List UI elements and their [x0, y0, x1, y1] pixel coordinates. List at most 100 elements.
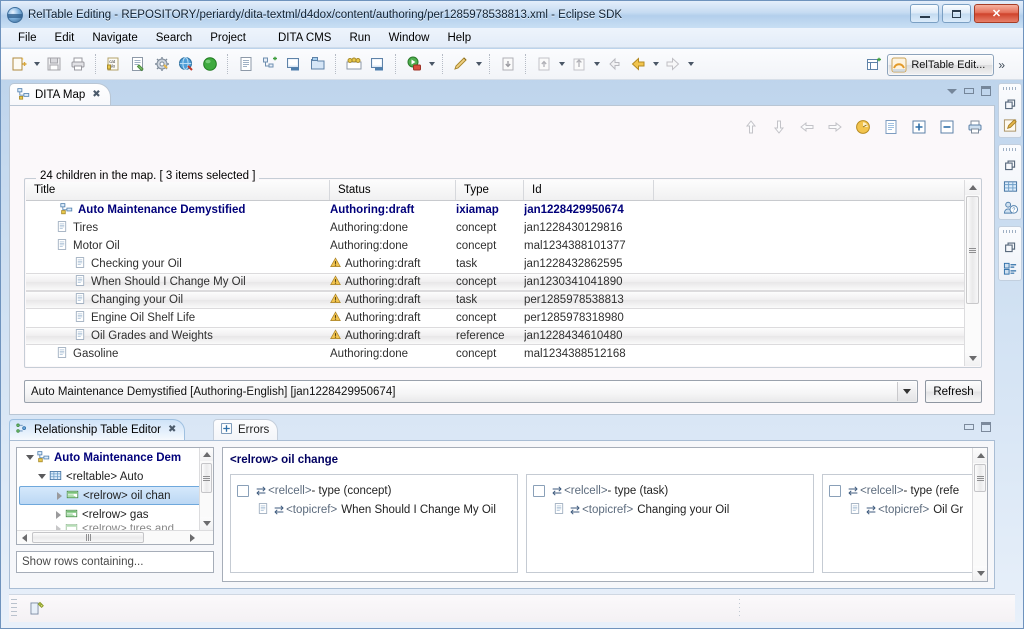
back-icon[interactable] — [627, 53, 649, 75]
new-topic-icon[interactable] — [880, 116, 902, 138]
scrollbar-thumb[interactable] — [966, 196, 979, 304]
menu-item-help[interactable]: Help — [438, 30, 480, 46]
run-dropdown-icon[interactable] — [426, 53, 437, 75]
dita-map-grid-icon[interactable] — [1001, 177, 1019, 195]
minimize-icon[interactable] — [964, 424, 974, 430]
back-dropdown-icon[interactable] — [650, 53, 661, 75]
open-document-icon[interactable] — [235, 53, 257, 75]
close-icon[interactable]: ✖ — [166, 425, 176, 435]
checkin-icon[interactable] — [497, 53, 519, 75]
tree-item-reltable[interactable]: <reltable> Auto — [17, 467, 213, 486]
cells-vertical-scrollbar[interactable] — [972, 448, 987, 581]
relcell-box[interactable]: ⇄ <relcell> - type (refe ⇄ <topicref> Oi… — [822, 474, 987, 573]
table-row[interactable]: Oil Grades and Weights Authoring:draft r… — [26, 327, 980, 345]
tab-dita-map[interactable]: DITA Map ✖ — [9, 83, 111, 105]
print-map-icon[interactable] — [964, 116, 986, 138]
demote-right-icon[interactable] — [824, 116, 846, 138]
chevron-down-icon[interactable] — [897, 382, 916, 401]
new-map-icon[interactable] — [259, 53, 281, 75]
globe-publish-icon[interactable] — [175, 53, 197, 75]
tab-errors[interactable]: Errors — [213, 419, 279, 440]
editor-pencil-icon[interactable] — [1001, 116, 1019, 134]
topicref-line[interactable]: ⇄ <topicref> Oil Gr — [829, 500, 987, 519]
minimize-icon[interactable] — [964, 88, 974, 94]
clock-status-icon[interactable] — [852, 116, 874, 138]
perspective-reltable-editing-button[interactable]: RelTable Edit... — [887, 54, 995, 76]
scroll-left-icon[interactable] — [17, 531, 31, 544]
outline-list-icon[interactable] — [1001, 259, 1019, 277]
column-header-type[interactable]: Type — [456, 180, 524, 200]
relcell-checkbox[interactable] — [829, 484, 841, 497]
table-row[interactable]: Gasoline Authoring:done concept mal12343… — [26, 345, 980, 363]
maximize-button[interactable] — [942, 4, 971, 23]
relcell-checkbox[interactable] — [533, 484, 545, 497]
upload-icon[interactable] — [568, 53, 590, 75]
table-row[interactable]: Changing your Oil Authoring:draft task p… — [26, 291, 980, 309]
table-row[interactable]: When Should I Change My Oil Authoring:dr… — [26, 273, 980, 291]
column-header-status[interactable]: Status — [330, 180, 456, 200]
move-down-icon[interactable] — [768, 116, 790, 138]
twisty-closed-icon[interactable] — [52, 492, 66, 500]
relcell-box[interactable]: ⇄ <relcell> - type (task) ⇄ <topicref> C… — [526, 474, 814, 573]
menu-item-navigate[interactable]: Navigate — [83, 30, 146, 46]
map-selector-combo[interactable]: Auto Maintenance Demystified [Authoring-… — [24, 380, 918, 403]
tree-item-map[interactable]: Auto Maintenance Dem — [17, 448, 213, 467]
open-editor-icon[interactable] — [283, 53, 305, 75]
table-row[interactable]: Checking your Oil Authoring:draft task j… — [26, 255, 980, 273]
new-folder-icon[interactable] — [307, 53, 329, 75]
drag-handle-dots[interactable] — [1003, 230, 1017, 233]
restore-icon[interactable] — [1001, 95, 1019, 113]
close-icon[interactable]: ✖ — [90, 89, 100, 100]
scroll-up-icon[interactable] — [200, 448, 213, 461]
tree-item-relrow-oil-change[interactable]: <relrow> oil chan — [19, 486, 213, 505]
tree-item-relrow-gas[interactable]: <relrow> gas — [17, 505, 213, 524]
display-icon[interactable] — [367, 53, 389, 75]
tab-relationship-table-editor[interactable]: Relationship Table Editor ✖ — [9, 419, 186, 440]
twisty-closed-icon[interactable] — [51, 511, 65, 519]
scrollbar-thumb[interactable] — [201, 463, 212, 493]
users-group-icon[interactable] — [343, 53, 365, 75]
user-help-icon[interactable]: ? — [1001, 198, 1019, 216]
menu-item-project[interactable]: Project — [201, 30, 255, 46]
menu-item-dita-cms[interactable]: DITA CMS — [269, 30, 340, 46]
maximize-icon[interactable] — [981, 422, 991, 432]
save-icon[interactable] — [43, 53, 65, 75]
view-menu-icon[interactable] — [947, 88, 957, 94]
promote-left-icon[interactable] — [796, 116, 818, 138]
twisty-open-icon[interactable] — [35, 474, 49, 479]
menu-item-edit[interactable]: Edit — [46, 30, 84, 46]
perspective-more-icon[interactable]: » — [998, 58, 1005, 72]
maximize-icon[interactable] — [981, 86, 991, 96]
table-row[interactable]: Motor Oil Authoring:done concept mal1234… — [26, 237, 980, 255]
close-button[interactable]: ✕ — [974, 4, 1019, 23]
expand-all-icon[interactable] — [908, 116, 930, 138]
relcell-checkbox[interactable] — [237, 484, 249, 497]
refresh-button[interactable]: Refresh — [925, 380, 982, 403]
scroll-down-icon[interactable] — [973, 566, 987, 581]
settings-gear-icon[interactable] — [151, 53, 173, 75]
new-perspective-icon[interactable] — [864, 55, 884, 75]
table-row[interactable]: Tires Authoring:done concept jan12284301… — [26, 219, 980, 237]
restore-icon[interactable] — [1001, 156, 1019, 174]
table-row[interactable]: Engine Oil Shelf Life Authoring:draft co… — [26, 309, 980, 327]
new-wizard-icon[interactable] — [8, 53, 30, 75]
validate-icon[interactable]: cat alo — [103, 53, 125, 75]
menu-item-search[interactable]: Search — [147, 30, 201, 46]
scrollbar-thumb[interactable] — [32, 532, 144, 543]
twisty-open-icon[interactable] — [23, 455, 37, 460]
move-up-icon[interactable] — [740, 116, 762, 138]
menu-item-run[interactable]: Run — [340, 30, 379, 46]
upload-dropdown-icon[interactable] — [591, 53, 602, 75]
scroll-right-icon[interactable] — [185, 531, 199, 544]
minimize-button[interactable] — [910, 4, 939, 23]
print-icon[interactable] — [67, 53, 89, 75]
relcell-box[interactable]: ⇄ <relcell> - type (concept) ⇄ <topicref… — [230, 474, 518, 573]
column-header-title[interactable]: Title — [26, 180, 330, 200]
drag-handle-dots[interactable] — [1003, 87, 1017, 90]
forward-icon[interactable] — [662, 53, 684, 75]
topicref-line[interactable]: ⇄ <topicref> Changing your Oil — [533, 500, 807, 519]
checkout-dropdown-icon[interactable] — [556, 53, 567, 75]
drag-handle-dots[interactable] — [1003, 148, 1017, 151]
menu-item-file[interactable]: File — [9, 30, 46, 46]
topicref-line[interactable]: ⇄ <topicref> When Should I Change My Oil — [237, 500, 511, 519]
